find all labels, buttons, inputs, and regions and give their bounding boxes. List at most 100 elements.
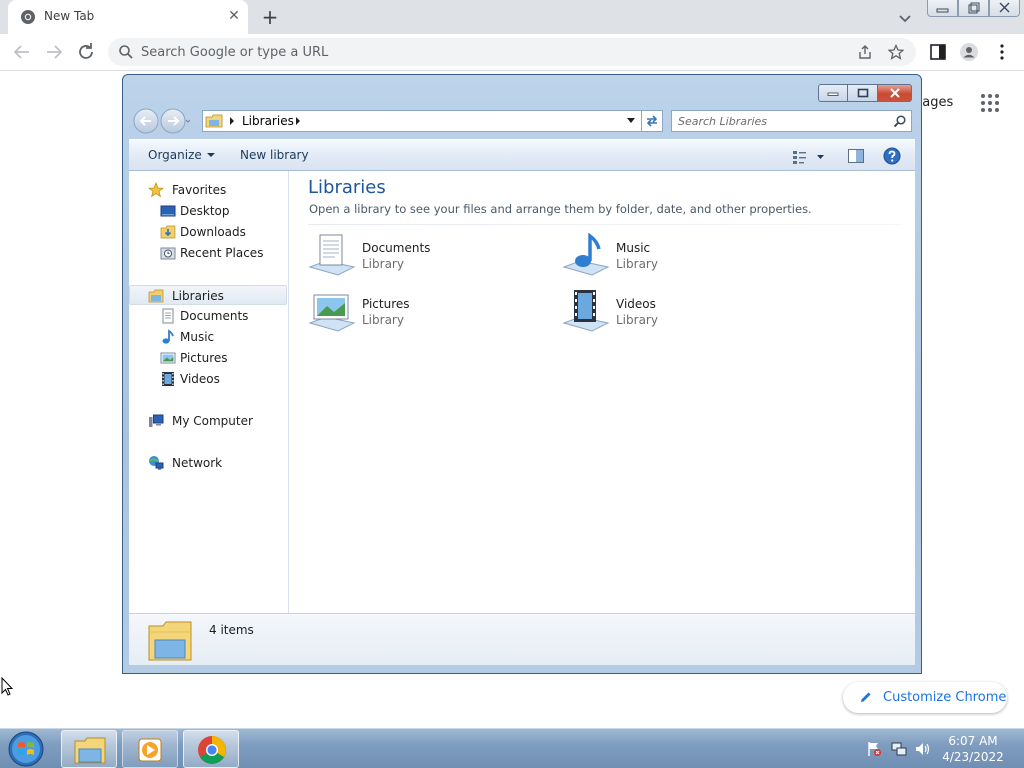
profile-avatar-icon[interactable] <box>959 42 979 62</box>
search-icon <box>119 45 133 59</box>
reload-icon[interactable] <box>74 40 98 64</box>
taskbar-clock[interactable]: 6:07 AM 4/23/2022 <box>940 733 1006 765</box>
nav-recent-places-label: Recent Places <box>180 246 264 260</box>
explorer-maximize-button[interactable] <box>848 84 878 102</box>
downloads-folder-icon <box>160 225 176 239</box>
taskbar-media-player-button[interactable] <box>122 730 178 768</box>
help-icon[interactable] <box>883 147 901 165</box>
address-dropdown-icon[interactable] <box>627 118 635 124</box>
library-tile-pictures[interactable]: Pictures Library <box>308 289 528 339</box>
back-arrow-icon[interactable] <box>10 40 34 64</box>
documents-library-icon <box>308 234 356 276</box>
library-tile-music[interactable]: Music Library <box>562 233 782 283</box>
restore-button[interactable] <box>958 0 989 17</box>
explorer-address-bar[interactable]: Libraries <box>202 110 660 132</box>
nav-libraries[interactable]: Libraries <box>129 285 287 305</box>
tile-name: Pictures <box>362 297 410 311</box>
new-tab-button[interactable]: + <box>258 5 282 29</box>
nav-documents[interactable]: Documents <box>129 306 287 326</box>
tab-close-icon[interactable]: ✕ <box>226 8 242 24</box>
computer-icon <box>149 414 164 427</box>
taskbar-explorer-button[interactable] <box>61 730 117 768</box>
preview-pane-icon[interactable] <box>847 147 865 165</box>
tab-search-chevron-icon[interactable] <box>895 8 915 28</box>
explorer-body: Favorites Desktop Downloads Recent Place… <box>129 171 915 613</box>
caret-down-icon <box>206 153 215 157</box>
nav-favorites[interactable]: Favorites <box>129 180 287 200</box>
tile-name: Music <box>616 241 651 255</box>
organize-button[interactable]: Organize <box>148 148 215 162</box>
explorer-refresh-icon[interactable] <box>641 110 663 132</box>
library-tile-documents[interactable]: Documents Library <box>308 233 528 283</box>
explorer-close-button[interactable] <box>878 84 912 102</box>
navigation-pane: Favorites Desktop Downloads Recent Place… <box>129 171 289 613</box>
clock-date: 4/23/2022 <box>942 750 1004 764</box>
explorer-back-forward-buttons[interactable] <box>132 107 190 135</box>
nav-network[interactable]: Network <box>129 453 287 473</box>
nav-documents-label: Documents <box>180 309 249 323</box>
bookmark-star-icon[interactable] <box>888 44 904 60</box>
google-apps-grid-icon[interactable] <box>980 93 1000 113</box>
maximize-icon <box>857 88 868 98</box>
nav-desktop[interactable]: Desktop <box>129 201 287 221</box>
action-center-flag-icon[interactable] <box>866 741 882 757</box>
clock-time: 6:07 AM <box>948 734 998 748</box>
pictures-icon <box>160 352 176 364</box>
new-library-button[interactable]: New library <box>240 148 309 162</box>
share-icon[interactable] <box>857 44 873 60</box>
breadcrumb-arrow-icon[interactable] <box>229 116 235 126</box>
explorer-caption-buttons <box>818 84 912 102</box>
taskbar-chrome-button[interactable] <box>183 730 239 768</box>
view-options-icon[interactable] <box>791 147 827 165</box>
side-panel-icon[interactable] <box>928 42 948 62</box>
start-orb-icon[interactable] <box>6 730 46 768</box>
media-player-icon <box>138 738 162 762</box>
tile-type: Library <box>362 313 404 327</box>
videos-film-icon <box>162 372 174 386</box>
library-tile-videos[interactable]: Videos Library <box>562 289 782 339</box>
recent-places-icon <box>160 247 176 260</box>
organize-label: Organize <box>148 148 202 162</box>
libraries-folder-icon <box>205 114 223 128</box>
explorer-search-box[interactable] <box>671 110 912 132</box>
nav-videos-label: Videos <box>180 372 220 386</box>
breadcrumb-libraries[interactable]: Libraries <box>242 114 294 128</box>
explorer-window: Libraries Organize New library <box>122 74 922 674</box>
minimize-button[interactable] <box>927 0 958 17</box>
customize-chrome-button[interactable]: Customize Chrome <box>843 682 1007 713</box>
nav-music[interactable]: Music <box>129 327 287 347</box>
minimize-icon <box>827 92 839 96</box>
item-count: 4 items <box>209 623 254 637</box>
omnibox-input[interactable] <box>141 43 821 61</box>
nav-videos[interactable]: Videos <box>129 369 287 389</box>
omnibox[interactable] <box>108 38 916 66</box>
customize-chrome-label: Customize Chrome <box>883 690 1007 705</box>
chrome-menu-icon[interactable] <box>992 42 1012 62</box>
search-icon[interactable] <box>893 114 907 128</box>
content-pane: Libraries Open a library to see your fil… <box>290 171 915 613</box>
music-library-icon <box>562 233 610 276</box>
music-note-icon <box>162 329 174 344</box>
nav-desktop-label: Desktop <box>180 204 230 218</box>
window-controls <box>927 0 1021 18</box>
nav-my-computer[interactable]: My Computer <box>129 411 287 431</box>
volume-speaker-icon[interactable] <box>915 741 931 757</box>
nav-recent-places[interactable]: Recent Places <box>129 243 287 263</box>
forward-arrow-icon[interactable] <box>42 40 66 64</box>
nav-pictures[interactable]: Pictures <box>129 348 287 368</box>
nav-downloads[interactable]: Downloads <box>129 222 287 242</box>
restore-icon <box>968 2 980 14</box>
nav-favorites-label: Favorites <box>172 183 227 197</box>
network-tray-icon[interactable] <box>891 741 907 757</box>
close-button[interactable] <box>989 0 1020 17</box>
nav-libraries-label: Libraries <box>172 289 224 303</box>
tab-new-tab[interactable]: New Tab ✕ <box>8 0 248 34</box>
tile-type: Library <box>362 257 404 271</box>
content-divider <box>308 224 902 225</box>
explorer-command-bar: Organize New library <box>129 139 915 171</box>
explorer-minimize-button[interactable] <box>818 84 848 102</box>
breadcrumb-arrow-icon[interactable] <box>295 116 301 126</box>
chrome-logo-icon <box>198 736 226 764</box>
mouse-cursor-icon <box>1 677 14 696</box>
explorer-search-input[interactable] <box>678 114 878 129</box>
